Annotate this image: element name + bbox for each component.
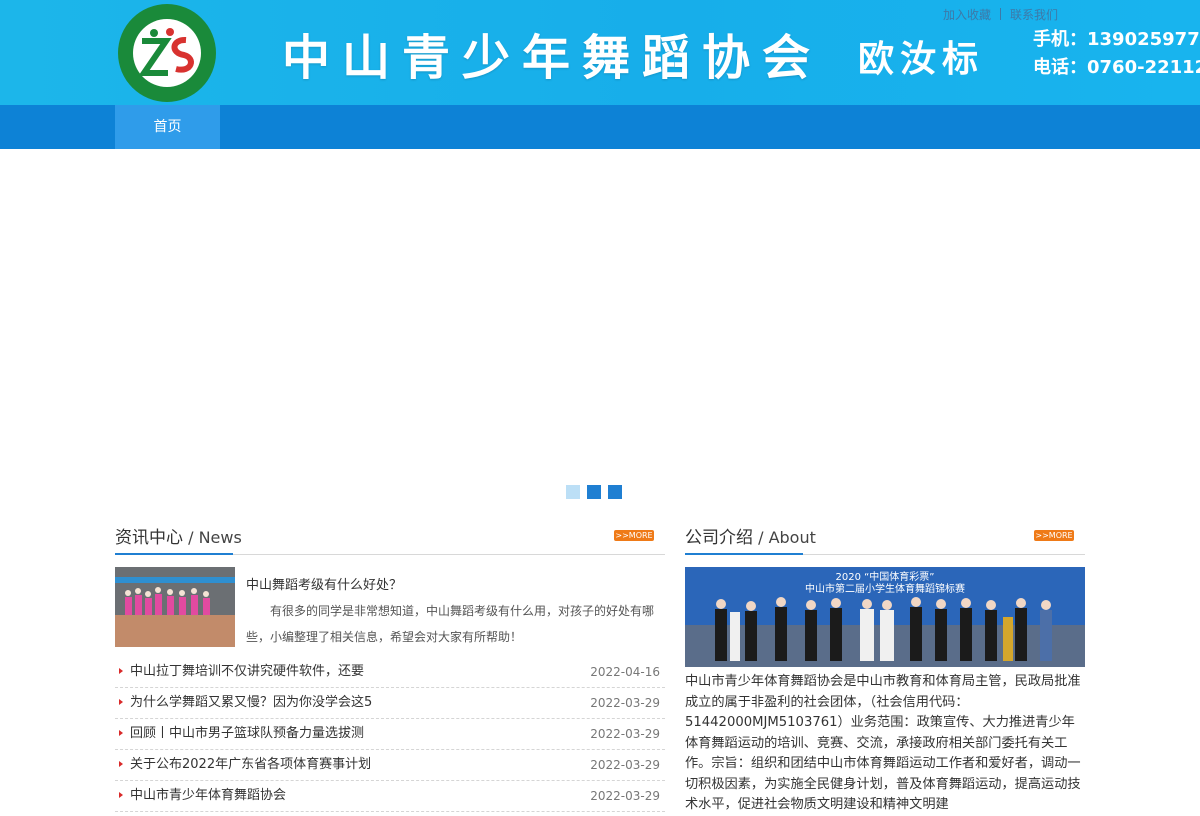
news-feature-image[interactable] bbox=[115, 567, 235, 647]
news-more-button[interactable]: >>MORE bbox=[614, 530, 654, 541]
contact-block: 手机：13902597709 电话：0760-22112 bbox=[1033, 26, 1200, 82]
svg-text:中山市第二届小学生体育舞蹈锦标赛: 中山市第二届小学生体育舞蹈锦标赛 bbox=[805, 582, 965, 595]
news-list: 中山拉丁舞培训不仅讲究硬件软件，还要 2022-04-16 为什么学舞蹈又累又慢？… bbox=[115, 657, 665, 812]
news-feature-description: 有很多的同学是非常想知道，中山舞蹈考级有什么用，对孩子的好处有哪些，小编整理了相… bbox=[246, 604, 655, 644]
about-description: 中山市青少年体育舞蹈协会是中山市教育和体育局主管，民政局批准成立的属于非盈利的社… bbox=[685, 674, 1081, 812]
news-section-header: 资讯中心 / News >>MORE bbox=[115, 522, 665, 555]
site-header: 中山青少年舞蹈协会 欧汝标 手机：13902597709 电话：0760-221… bbox=[0, 0, 1200, 105]
group-photo-graphic: 2020 “中国体育彩票” 中山市第二届小学生体育舞蹈锦标赛 bbox=[685, 567, 1085, 667]
slider-dot-2[interactable] bbox=[587, 485, 601, 499]
contact-us-link[interactable]: 联系我们 bbox=[1010, 8, 1058, 22]
about-title-underline bbox=[685, 553, 803, 555]
bullet-icon bbox=[119, 792, 123, 798]
top-links: 加入收藏 联系我们 bbox=[943, 6, 1058, 23]
slider-dot-1[interactable] bbox=[566, 485, 580, 499]
add-favorite-link[interactable]: 加入收藏 bbox=[943, 8, 991, 22]
link-divider bbox=[1000, 8, 1002, 20]
mobile-number: 手机：13902597709 bbox=[1033, 29, 1200, 50]
dancers-photo-graphic bbox=[115, 567, 235, 647]
list-item[interactable]: 中山市青少年体育舞蹈协会 2022-03-29 bbox=[115, 781, 665, 812]
list-item[interactable]: 回顾丨中山市男子篮球队预备力量选拔测 2022-03-29 bbox=[115, 719, 665, 750]
contact-person: 欧汝标 bbox=[858, 39, 985, 80]
bullet-icon bbox=[119, 730, 123, 736]
about-more-button[interactable]: >>MORE bbox=[1034, 530, 1074, 541]
phone-number: 电话：0760-22112 bbox=[1033, 57, 1200, 78]
news-feature-title[interactable]: 中山舞蹈考级有什么好处？ bbox=[246, 574, 402, 593]
slider-dots bbox=[566, 485, 622, 499]
bullet-icon bbox=[119, 761, 123, 767]
hero-slider bbox=[0, 149, 1200, 518]
list-item[interactable]: 关于公布2022年广东省各项体育赛事计划 2022-03-29 bbox=[115, 750, 665, 781]
banner-title: 中山青少年舞蹈协会 bbox=[282, 30, 823, 86]
bullet-icon bbox=[119, 668, 123, 674]
bullet-icon bbox=[119, 699, 123, 705]
about-image[interactable]: 2020 “中国体育彩票” 中山市第二届小学生体育舞蹈锦标赛 bbox=[685, 567, 1085, 667]
about-section-title: 公司介绍 / About bbox=[685, 528, 816, 548]
news-section-title: 资讯中心 / News bbox=[115, 528, 242, 548]
news-title-underline bbox=[115, 553, 233, 555]
svg-text:2020 “中国体育彩票”: 2020 “中国体育彩票” bbox=[836, 570, 935, 583]
nav-item-home[interactable]: 首页 bbox=[115, 105, 220, 149]
list-item[interactable]: 为什么学舞蹈又累又慢？因为你没学会这5 2022-03-29 bbox=[115, 688, 665, 719]
association-logo[interactable] bbox=[114, 3, 220, 103]
about-section-header: 公司介绍 / About >>MORE bbox=[685, 522, 1085, 555]
slider-dot-3[interactable] bbox=[608, 485, 622, 499]
list-item[interactable]: 中山拉丁舞培训不仅讲究硬件软件，还要 2022-04-16 bbox=[115, 657, 665, 688]
